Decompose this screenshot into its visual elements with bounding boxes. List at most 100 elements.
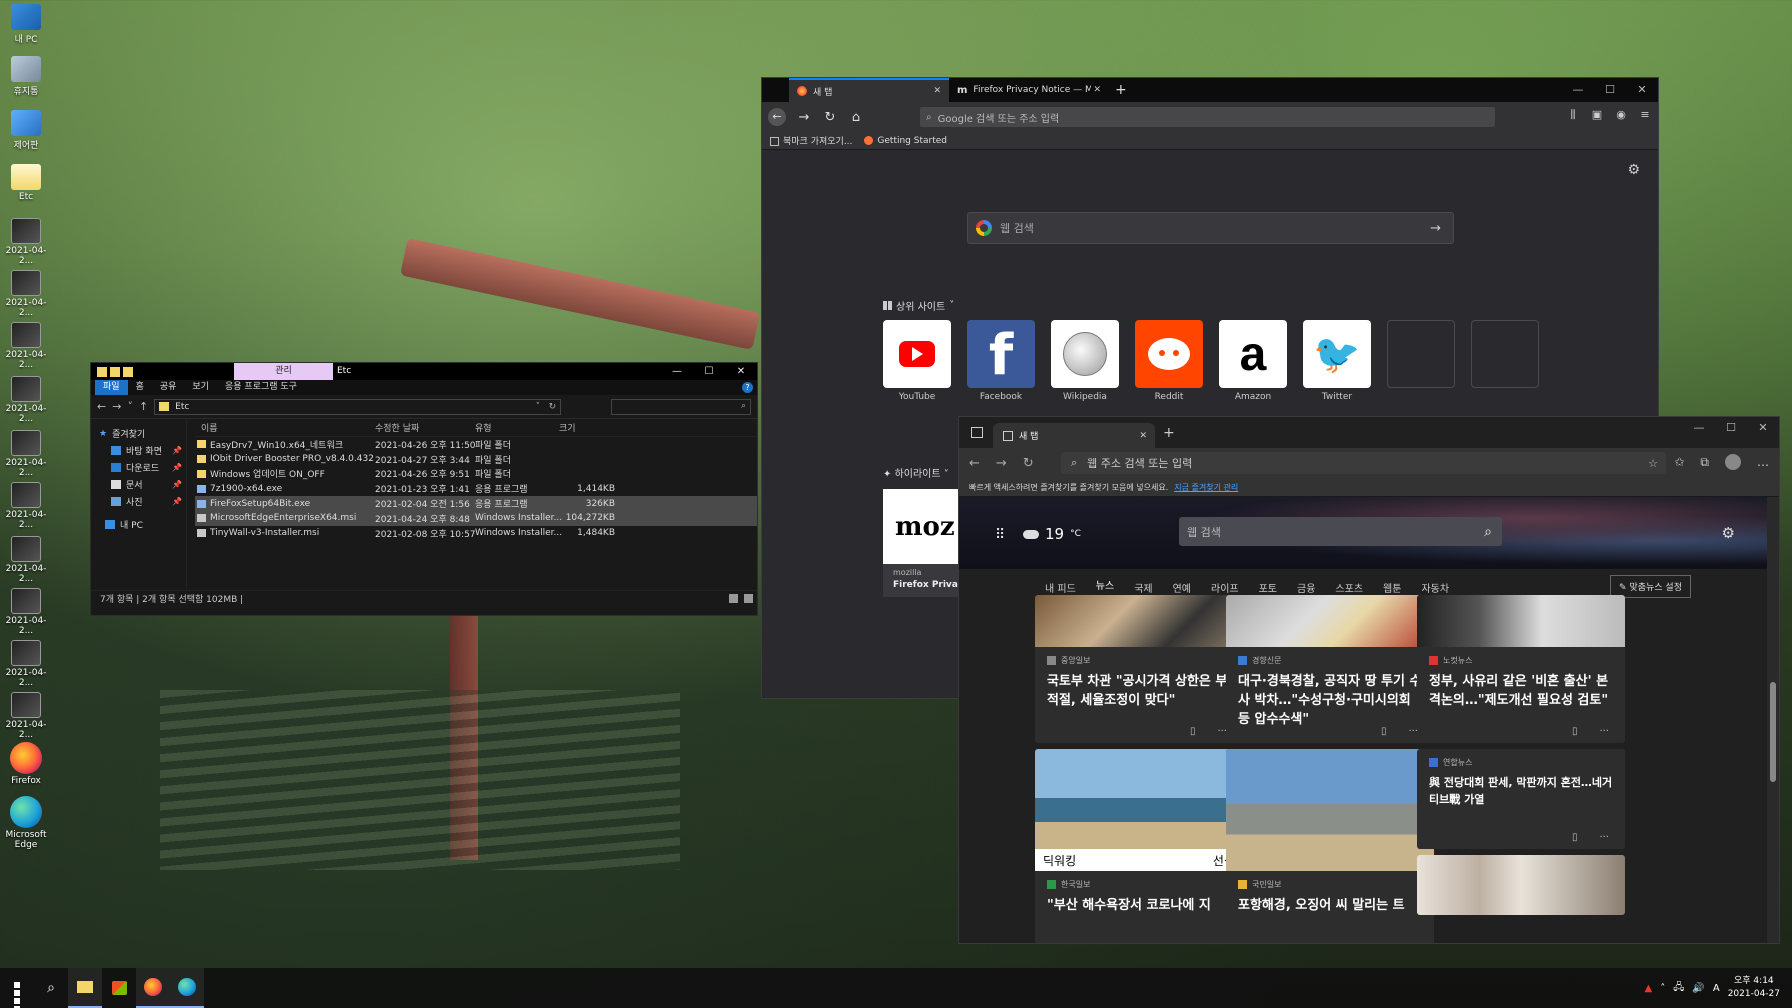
tab-new-tab[interactable]: 새 탭 ✕ bbox=[789, 78, 949, 102]
help-icon[interactable]: ? bbox=[742, 382, 753, 393]
url-bar[interactable]: ⌕ Google 검색 또는 주소 입력 bbox=[920, 107, 1495, 127]
desktop-icon-bin[interactable]: 휴지통 bbox=[2, 56, 50, 97]
gear-icon[interactable]: ⚙ bbox=[1627, 162, 1640, 178]
details-view-icon[interactable] bbox=[729, 594, 738, 603]
ribbon-tab-view[interactable]: 보기 bbox=[184, 380, 217, 395]
maximize-button[interactable]: ☐ bbox=[693, 363, 725, 380]
news-headline[interactable]: 대구·경북경찰, 공직자 땅 투기 수사 박차…"수성구청·구미시의회 등 압수… bbox=[1226, 666, 1434, 735]
feed-tab[interactable]: 라이프 bbox=[1211, 580, 1239, 595]
show-hidden-icons[interactable]: ˄ bbox=[1660, 983, 1665, 994]
arrow-right-icon[interactable]: → bbox=[1430, 221, 1441, 236]
feed-tab[interactable]: 금융 bbox=[1297, 580, 1315, 595]
ribbon-tab-app-tools[interactable]: 응용 프로그램 도구 bbox=[217, 380, 305, 395]
taskbar-edge[interactable] bbox=[170, 968, 204, 1008]
minimize-button[interactable]: — bbox=[661, 363, 693, 380]
bookmark-getting-started[interactable]: Getting Started bbox=[864, 135, 947, 146]
more-icon[interactable]: ··· bbox=[1599, 832, 1609, 843]
file-row[interactable]: Windows 업데이트 ON_OFF 2021-04-26 오후 9:51 파일 … bbox=[195, 467, 757, 482]
bookmark-icon[interactable]: ▯ bbox=[1572, 832, 1578, 843]
desktop-icon-ff[interactable]: Firefox bbox=[2, 742, 50, 786]
nav-item-pictures[interactable]: 사진 📌 bbox=[91, 493, 186, 510]
highlight-card[interactable]: moz mozilla Firefox Privacy bbox=[883, 489, 963, 597]
ribbon-tab-share[interactable]: 공유 bbox=[152, 380, 185, 395]
close-button[interactable]: ✕ bbox=[1747, 417, 1779, 439]
bookmark-icon[interactable]: ▯ bbox=[1190, 726, 1196, 737]
more-icon[interactable]: ··· bbox=[1599, 726, 1609, 737]
url-bar[interactable]: ⌕ 웹 주소 검색 또는 입력 ☆ bbox=[1061, 452, 1666, 474]
manage-favorites-link[interactable]: 지금 즐겨찾기 관리 bbox=[1174, 483, 1238, 492]
column-name[interactable]: 이름 bbox=[195, 421, 375, 434]
top-site-empty[interactable] bbox=[1471, 320, 1539, 402]
news-headline[interactable]: "부산 해수욕장서 코로나에 지 bbox=[1035, 890, 1243, 921]
desktop-icon-thumb[interactable]: 2021-04-2... bbox=[2, 588, 50, 636]
context-tab-manage[interactable]: 관리 bbox=[234, 363, 333, 380]
news-card[interactable]: 노컷뉴스 정부, 사유리 같은 '비혼 출산' 본격논의…"제도개선 필요성 검토… bbox=[1417, 595, 1625, 743]
reload-icon[interactable]: ↻ bbox=[1023, 456, 1034, 471]
tab-new-tab[interactable]: 새 탭 ✕ bbox=[993, 423, 1155, 448]
library-icon[interactable]: ⫼ bbox=[1566, 108, 1580, 122]
web-search-input[interactable]: 웹 검색 → bbox=[967, 212, 1454, 244]
ribbon-tab-file[interactable]: 파일 bbox=[95, 380, 128, 395]
nav-item-downloads[interactable]: 다운로드 📌 bbox=[91, 459, 186, 476]
top-site-youtube[interactable]: YouTube bbox=[883, 320, 951, 402]
news-headline[interactable]: 與 전당대회 판세, 막판까지 혼전…네거티브戰 가열 bbox=[1417, 768, 1625, 814]
tab-privacy-notice[interactable]: m Firefox Privacy Notice — Mo... ✕ bbox=[949, 78, 1109, 102]
highlights-heading[interactable]: ✦ 하이라이트 ˅ bbox=[883, 465, 949, 480]
news-card[interactable]: 딕워킹 선셋 한국일보 "부산 해수욕장서 코로나에 지 bbox=[1035, 749, 1243, 943]
bookmark-icon[interactable]: ▯ bbox=[1572, 726, 1578, 737]
feed-tab[interactable]: 포토 bbox=[1259, 580, 1277, 595]
news-card[interactable]: 경향신문 대구·경북경찰, 공직자 땅 투기 수사 박차…"수성구청·구미시의회 … bbox=[1226, 595, 1434, 743]
feed-tab[interactable]: 내 피드 bbox=[1045, 580, 1076, 595]
desktop-icon-thumb[interactable]: 2021-04-2... bbox=[2, 430, 50, 478]
desktop-icon-pc[interactable]: 내 PC bbox=[2, 4, 50, 45]
up-arrow-icon[interactable]: ↑ bbox=[139, 400, 148, 413]
volume-icon[interactable]: 🔊 bbox=[1692, 983, 1704, 994]
desktop-icon-thumb[interactable]: 2021-04-2... bbox=[2, 376, 50, 424]
large-icons-view-icon[interactable] bbox=[744, 594, 753, 603]
maximize-button[interactable]: ☐ bbox=[1594, 78, 1626, 102]
close-tab-icon[interactable]: ✕ bbox=[1093, 85, 1101, 95]
account-icon[interactable]: ◉ bbox=[1614, 108, 1628, 122]
new-tab-button[interactable]: + bbox=[1163, 425, 1175, 441]
nav-item-desktop[interactable]: 바탕 화면 📌 bbox=[91, 442, 186, 459]
network-icon[interactable]: 🖧 bbox=[1673, 980, 1684, 997]
nav-item-this-pc[interactable]: 내 PC bbox=[91, 516, 186, 533]
sidebar-icon[interactable]: ▣ bbox=[1590, 108, 1604, 122]
desktop-icon-thumb[interactable]: 2021-04-2... bbox=[2, 536, 50, 584]
new-folder-icon[interactable] bbox=[123, 366, 133, 377]
feed-tab[interactable]: 연예 bbox=[1173, 580, 1191, 595]
desktop-icon-folder[interactable]: Etc bbox=[2, 164, 50, 202]
file-row[interactable]: MicrosoftEdgeEnterpriseX64.msi 2021-04-24… bbox=[195, 510, 757, 526]
minimize-button[interactable]: — bbox=[1683, 417, 1715, 439]
favorites-icon[interactable]: ✩ bbox=[1674, 455, 1684, 469]
collections-icon[interactable]: ⧉ bbox=[1700, 455, 1709, 470]
close-tab-icon[interactable]: ✕ bbox=[933, 86, 941, 96]
desktop-icon-thumb[interactable]: 2021-04-2... bbox=[2, 218, 50, 266]
top-site-reddit[interactable]: Reddit bbox=[1135, 320, 1203, 402]
desktop-icon-thumb[interactable]: 2021-04-2... bbox=[2, 640, 50, 688]
news-headline[interactable]: 정부, 사유리 같은 '비혼 출산' 본격논의…"제도개선 필요성 검토" bbox=[1417, 666, 1625, 716]
file-row[interactable]: 7z1900-x64.exe 2021-01-23 오후 1:41 응용 프로그램 1… bbox=[195, 481, 757, 496]
minimize-button[interactable]: — bbox=[1562, 78, 1594, 102]
weather-widget[interactable]: 19 °C bbox=[1023, 525, 1081, 543]
news-headline[interactable]: 국토부 차관 "공시가격 상한은 부적절, 세율조정이 맞다" bbox=[1035, 666, 1243, 716]
avatar[interactable] bbox=[1725, 454, 1741, 470]
new-tab-button[interactable]: + bbox=[1109, 78, 1133, 102]
top-site-twitter[interactable]: 🐦 Twitter bbox=[1303, 320, 1371, 402]
file-row[interactable]: EasyDrv7_Win10.x64_네트워크 2021-04-26 오후 11:… bbox=[195, 437, 757, 452]
nav-item-documents[interactable]: 문서 📌 bbox=[91, 476, 186, 493]
close-tab-icon[interactable]: ✕ bbox=[1139, 431, 1147, 441]
news-card[interactable]: 중앙일보 국토부 차관 "공시가격 상한은 부적절, 세율조정이 맞다" ▯ ··· bbox=[1035, 595, 1243, 743]
search-input[interactable]: ⌕ bbox=[611, 398, 751, 415]
desktop-icon-edge[interactable]: Microsoft Edge bbox=[2, 796, 50, 850]
refresh-icon[interactable]: ↻ bbox=[549, 402, 557, 412]
maximize-button[interactable]: ☐ bbox=[1715, 417, 1747, 439]
desktop-icon-ctl[interactable]: 제어판 bbox=[2, 110, 50, 151]
taskbar-file-explorer[interactable] bbox=[68, 968, 102, 1008]
news-card[interactable] bbox=[1417, 855, 1625, 915]
feed-tab[interactable]: 스포츠 bbox=[1335, 580, 1363, 595]
news-card[interactable]: 연합뉴스 與 전당대회 판세, 막판까지 혼전…네거티브戰 가열 ▯ ··· bbox=[1417, 749, 1625, 849]
menu-icon[interactable]: ≡ bbox=[1638, 108, 1652, 122]
top-site-amazon[interactable]: a Amazon bbox=[1219, 320, 1287, 402]
explorer-titlebar[interactable]: 관리 Etc — ☐ ✕ bbox=[91, 363, 757, 380]
